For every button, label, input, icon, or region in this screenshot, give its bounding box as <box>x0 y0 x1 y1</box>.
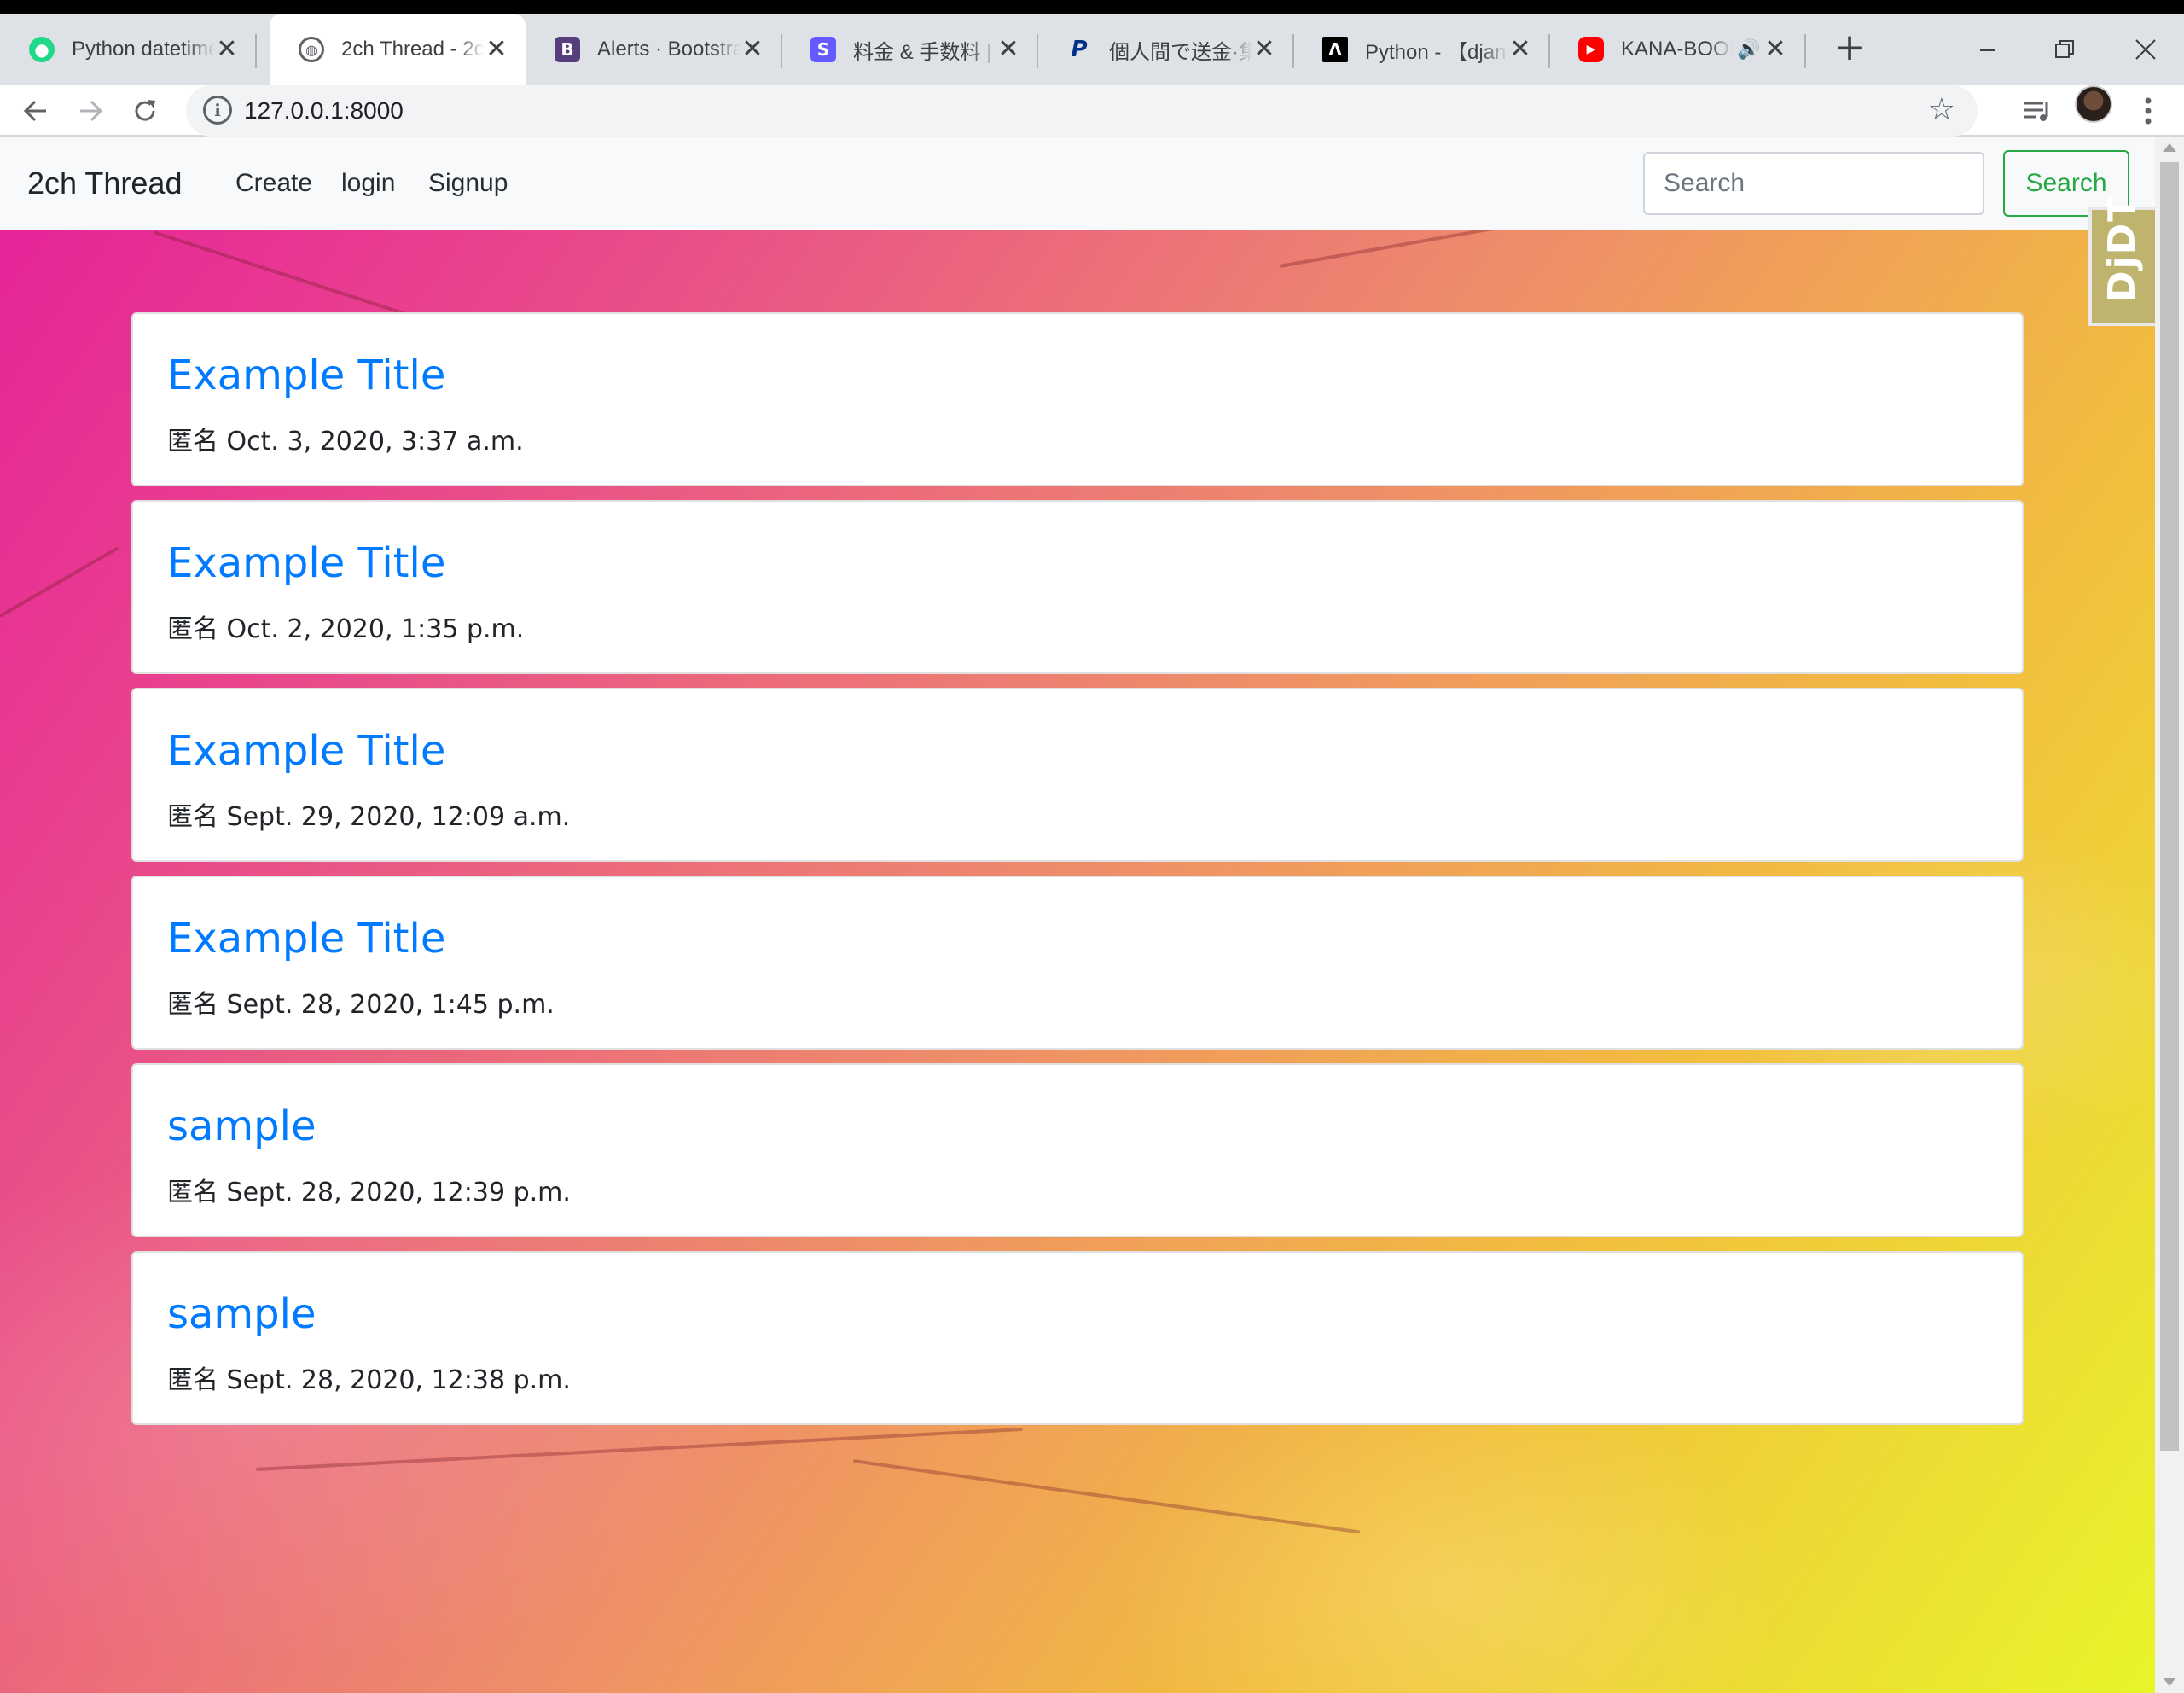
post-title-link[interactable]: sample <box>167 1102 317 1150</box>
close-icon[interactable]: ✕ <box>1252 37 1276 62</box>
nav-link-login[interactable]: login <box>341 169 395 198</box>
tab-kana-boon[interactable]: ▶ KANA-BOON 🔊 ✕ <box>1549 14 1806 85</box>
tab-title: Alerts · Bootstrap <box>597 38 741 61</box>
close-window-button[interactable] <box>2107 14 2184 85</box>
post-title-link[interactable]: Example Title <box>167 915 445 963</box>
post-card: sample 匿名 Sept. 28, 2020, 12:38 p.m. <box>131 1251 2024 1425</box>
nav-link-create[interactable]: Create <box>235 169 312 198</box>
tab-title: 料金 & 手数料 | <box>853 40 992 64</box>
pycharm-icon: ● <box>29 37 55 62</box>
post-title-link[interactable]: Example Title <box>167 539 445 587</box>
back-button[interactable] <box>15 92 56 130</box>
django-debug-toolbar-handle[interactable]: DjDT <box>2088 195 2155 326</box>
close-icon[interactable]: ✕ <box>741 37 764 62</box>
nav-link-signup[interactable]: Signup <box>428 169 508 198</box>
playlist-icon <box>2024 102 2048 121</box>
page-scrollbar[interactable] <box>2155 137 2184 1693</box>
tab-separator <box>1804 34 1806 68</box>
post-meta: 匿名 Sept. 29, 2020, 12:09 a.m. <box>167 802 571 832</box>
tab-paypal[interactable]: P 個人間で送金·集 ✕ <box>1037 14 1294 85</box>
url-text: 127.0.0.1:8000 <box>244 97 404 124</box>
post-meta: 匿名 Sept. 28, 2020, 1:45 p.m. <box>167 990 555 1020</box>
restore-icon <box>2055 40 2074 58</box>
close-icon <box>2135 39 2156 60</box>
bootstrap-icon: B <box>555 37 580 62</box>
tab-title: 2ch Thread - 2ch <box>341 38 485 61</box>
search-input[interactable] <box>1643 152 1984 215</box>
site-navbar: 2ch Thread Create login Signup Search <box>0 137 2155 230</box>
post-title-link[interactable]: Example Title <box>167 352 445 399</box>
post-card: Example Title 匿名 Oct. 2, 2020, 1:35 p.m. <box>131 500 2024 674</box>
post-card: Example Title 匿名 Sept. 28, 2020, 1:45 p.… <box>131 876 2024 1050</box>
tab-alerts-bootstrap[interactable]: B Alerts · Bootstrap ✕ <box>526 14 782 85</box>
djdt-label: DjDT <box>2100 194 2144 302</box>
browser-tab-strip: ● Python datetime ✕ ◍ 2ch Thread - 2ch ✕… <box>0 0 2184 85</box>
close-icon[interactable]: ✕ <box>215 37 239 62</box>
youtube-icon: ▶ <box>1578 37 1604 62</box>
forward-button[interactable] <box>70 92 111 130</box>
post-meta: 匿名 Sept. 28, 2020, 12:38 p.m. <box>167 1365 571 1395</box>
close-icon[interactable]: ✕ <box>485 37 508 62</box>
post-title-link[interactable]: sample <box>167 1290 317 1338</box>
scroll-down-arrow-icon[interactable] <box>2163 1678 2176 1686</box>
new-tab-button[interactable]: + <box>1826 26 1873 73</box>
background-branch <box>255 1427 1023 1471</box>
close-icon[interactable]: ✕ <box>1763 37 1788 62</box>
reload-icon <box>135 100 155 121</box>
atcoder-icon: Λ <box>1322 37 1348 62</box>
tab-title: Python - 【django <box>1365 40 1508 64</box>
close-icon[interactable]: ✕ <box>996 37 1020 62</box>
media-control-button[interactable] <box>2017 92 2058 130</box>
paypal-icon: P <box>1071 37 1088 62</box>
info-icon[interactable]: i <box>203 96 232 125</box>
star-icon[interactable]: ☆ <box>1928 92 1955 127</box>
menu-button[interactable] <box>2128 92 2169 130</box>
post-meta: 匿名 Oct. 2, 2020, 1:35 p.m. <box>167 614 525 644</box>
minimize-icon <box>1980 49 1995 51</box>
stripe-icon: S <box>810 37 836 62</box>
tab-title: KANA-BOON <box>1621 38 1732 61</box>
globe-icon: ◍ <box>299 37 324 62</box>
speaker-icon[interactable]: 🔊 <box>1737 39 1760 61</box>
page-viewport: 2ch Thread Create login Signup Search Dj… <box>0 137 2155 1693</box>
post-title-link[interactable]: Example Title <box>167 727 445 775</box>
reload-button[interactable] <box>125 92 166 130</box>
profile-avatar[interactable] <box>2075 85 2112 123</box>
arrow-right-icon <box>80 100 103 122</box>
more-vert-icon <box>2145 97 2152 125</box>
tab-title: Python datetime <box>72 38 215 61</box>
post-meta: 匿名 Oct. 3, 2020, 3:37 a.m. <box>167 427 524 457</box>
brand-link[interactable]: 2ch Thread <box>27 166 182 201</box>
tab-stripe-pricing[interactable]: S 料金 & 手数料 | ✕ <box>781 14 1038 85</box>
minimize-button[interactable] <box>1949 14 2026 85</box>
tab-python-datetime[interactable]: ● Python datetime ✕ <box>0 14 257 85</box>
tab-separator <box>255 34 257 68</box>
address-bar[interactable]: i 127.0.0.1:8000 ☆ <box>186 85 1978 137</box>
tab-python-django[interactable]: Λ Python - 【django ✕ <box>1293 14 1550 85</box>
browser-toolbar: i 127.0.0.1:8000 ☆ <box>0 85 2184 137</box>
scroll-up-arrow-icon[interactable] <box>2163 143 2176 152</box>
close-icon[interactable]: ✕ <box>1508 37 1532 62</box>
background-branch <box>852 1459 1361 1534</box>
tab-title: 個人間で送金·集 <box>1109 40 1252 64</box>
arrow-left-icon <box>23 100 46 122</box>
post-card: Example Title 匿名 Sept. 29, 2020, 12:09 a… <box>131 688 2024 862</box>
post-card: sample 匿名 Sept. 28, 2020, 12:39 p.m. <box>131 1063 2024 1237</box>
post-meta: 匿名 Sept. 28, 2020, 12:39 p.m. <box>167 1178 571 1207</box>
background-branch <box>0 546 119 618</box>
scroll-thumb[interactable] <box>2160 162 2179 1451</box>
restore-button[interactable] <box>2026 14 2103 85</box>
tab-2ch-thread[interactable]: ◍ 2ch Thread - 2ch ✕ <box>270 14 526 85</box>
post-card: Example Title 匿名 Oct. 3, 2020, 3:37 a.m. <box>131 312 2024 486</box>
